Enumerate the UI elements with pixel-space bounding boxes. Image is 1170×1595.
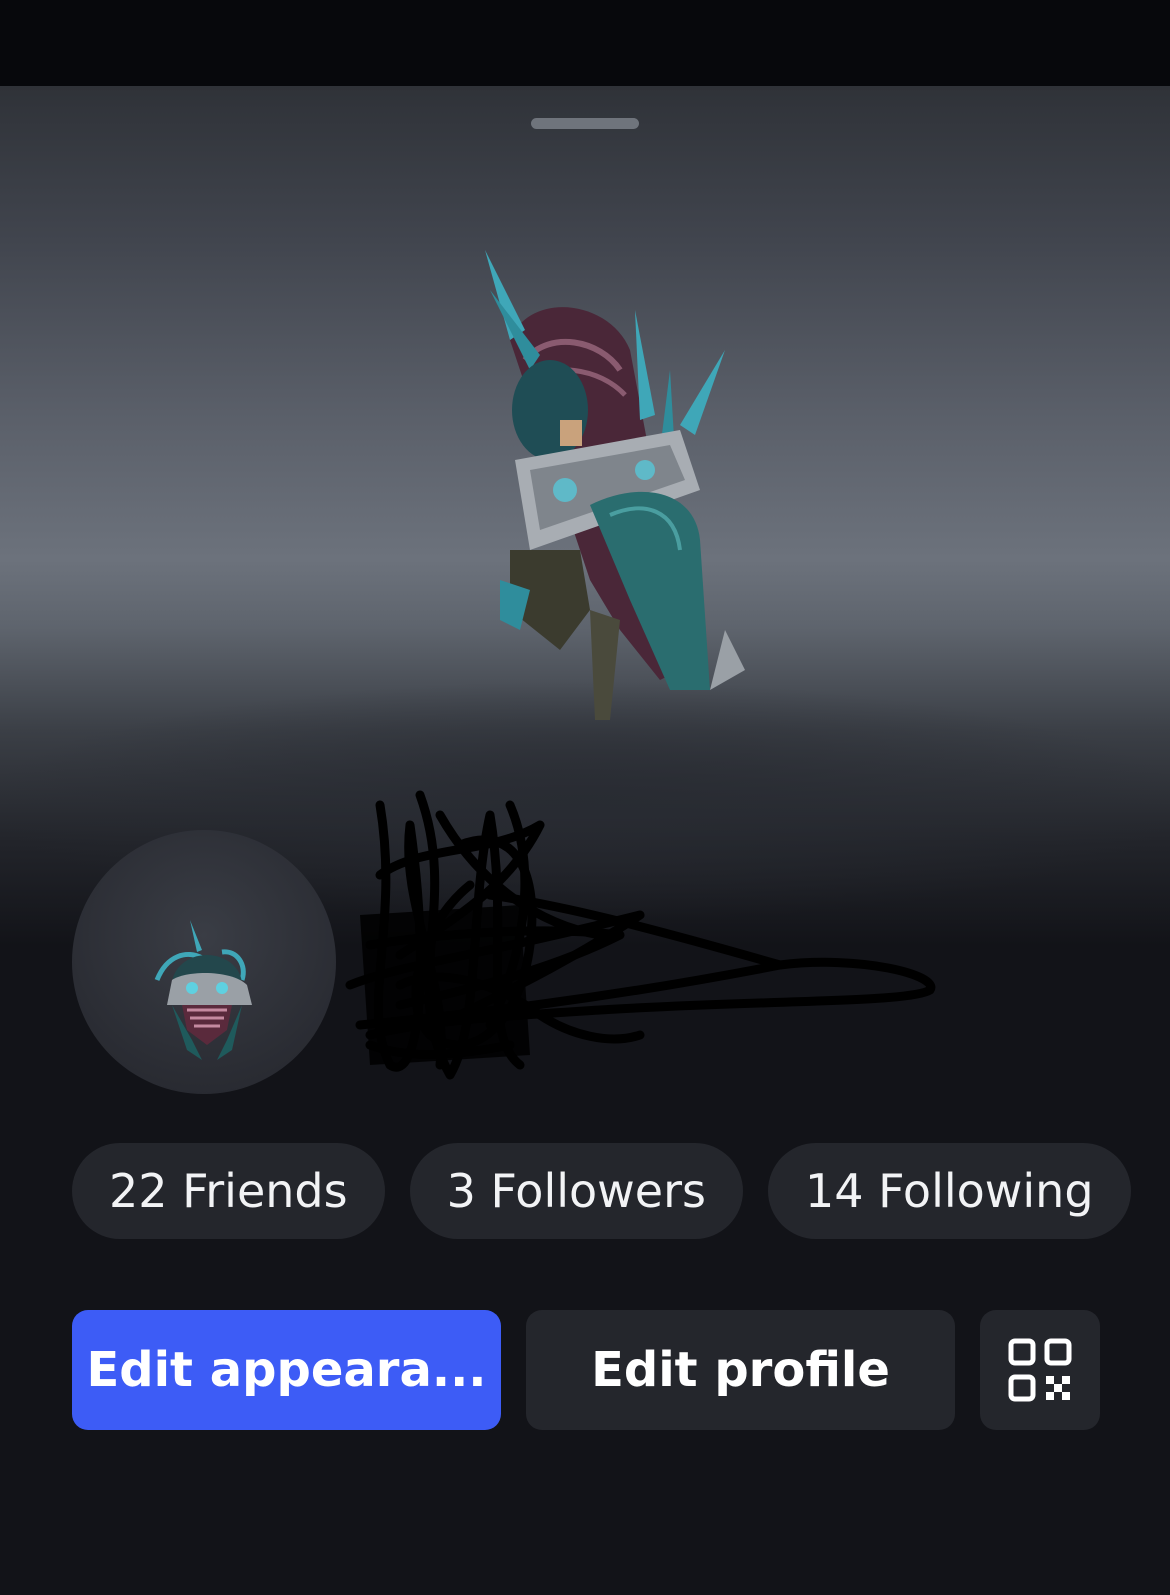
- edit-profile-button[interactable]: Edit profile: [526, 1310, 955, 1430]
- followers-count-button[interactable]: 3 Followers: [409, 1143, 743, 1239]
- avatar-3d-figure: [485, 250, 745, 720]
- social-stats-row: 22 Friends 3 Followers 14 Following: [72, 1143, 1131, 1239]
- avatar-thumbnail[interactable]: [72, 830, 336, 1094]
- friends-count-button[interactable]: 22 Friends: [72, 1143, 385, 1239]
- avatar-thumbnail-figure: [154, 920, 252, 1060]
- username-redaction-scribble: [345, 790, 936, 1080]
- top-status-bar: [0, 0, 1170, 86]
- qr-code-button[interactable]: [980, 1310, 1100, 1430]
- following-count-button[interactable]: 14 Following: [767, 1143, 1131, 1239]
- sheet-drag-handle[interactable]: [531, 118, 639, 129]
- qr-code-icon: [1008, 1338, 1072, 1402]
- edit-appearance-button[interactable]: Edit appeara...: [72, 1310, 501, 1430]
- profile-actions-row: Edit appeara... Edit profile: [72, 1310, 1100, 1430]
- profile-screen: 22 Friends 3 Followers 14 Following Edit…: [0, 0, 1170, 1595]
